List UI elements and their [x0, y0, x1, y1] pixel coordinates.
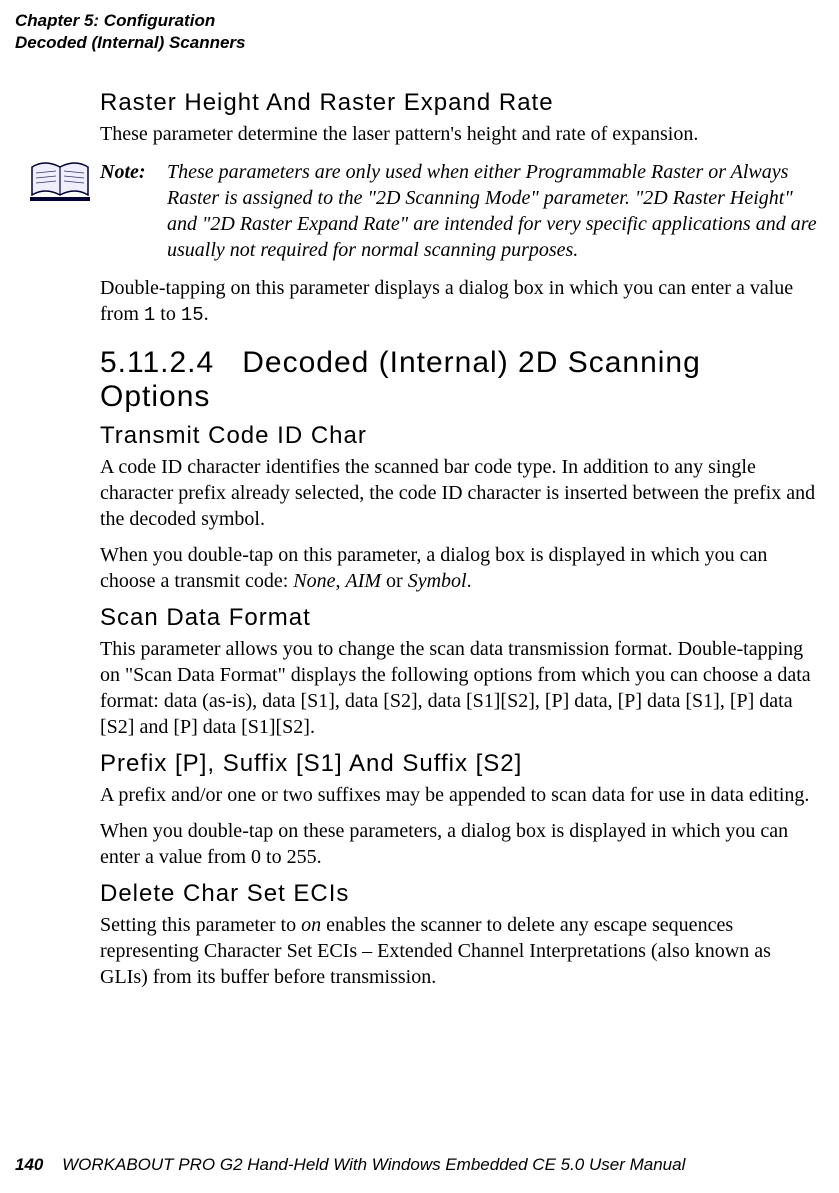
- transmit-heading: Transmit Code ID Char: [100, 422, 819, 450]
- body-content-2: Double-tapping on this parameter display…: [100, 275, 819, 990]
- note-label: Note:: [100, 159, 162, 185]
- option-symbol: Symbol: [408, 570, 467, 592]
- footer-title: WORKABOUT PRO G2 Hand-Held With Windows …: [62, 1155, 685, 1174]
- header-chapter: Chapter 5: Configuration: [15, 10, 824, 32]
- text: .: [467, 570, 472, 592]
- scan-data-heading: Scan Data Format: [100, 604, 819, 632]
- section-number: 5.11.2.4: [100, 346, 214, 379]
- prefix-p1: A prefix and/or one or two suffixes may …: [100, 782, 819, 808]
- value-1: 1: [144, 304, 155, 326]
- body-content: Raster Height And Raster Expand Rate The…: [100, 89, 819, 147]
- transmit-p1: A code ID character identifies the scann…: [100, 454, 819, 532]
- text-post: .: [204, 303, 209, 325]
- page-footer: 140 WORKABOUT PRO G2 Hand-Held With Wind…: [15, 1155, 824, 1175]
- option-none: None: [293, 570, 335, 592]
- prefix-heading: Prefix [P], Suffix [S1] And Suffix [S2]: [100, 750, 819, 778]
- header-section: Decoded (Internal) Scanners: [15, 32, 824, 54]
- page-number: 140: [15, 1155, 43, 1174]
- delete-p1: Setting this parameter to on enables the…: [100, 912, 819, 990]
- option-aim: AIM: [346, 570, 382, 592]
- text: or: [381, 570, 408, 592]
- note-body: These parameters are only used when eith…: [167, 159, 818, 263]
- transmit-p2: When you double-tap on this parameter, a…: [100, 542, 819, 594]
- raster-desc: These parameter determine the laser patt…: [100, 121, 819, 147]
- text-mid: to: [155, 303, 181, 325]
- note-text: Note: These parameters are only used whe…: [100, 159, 819, 263]
- option-on: on: [301, 914, 321, 936]
- text: ,: [336, 570, 346, 592]
- book-icon: [30, 161, 90, 203]
- note-block: Note: These parameters are only used whe…: [30, 159, 819, 263]
- running-header: Chapter 5: Configuration Decoded (Intern…: [15, 10, 824, 54]
- raster-double-tap: Double-tapping on this parameter display…: [100, 275, 819, 328]
- prefix-p2: When you double-tap on these parameters,…: [100, 818, 819, 870]
- value-15: 15: [181, 304, 204, 326]
- raster-heading: Raster Height And Raster Expand Rate: [100, 89, 819, 117]
- section-5-11-2-4-heading: 5.11.2.4 Decoded (Internal) 2D Scanning …: [100, 346, 819, 414]
- page-container: Chapter 5: Configuration Decoded (Intern…: [0, 0, 839, 990]
- scan-data-p1: This parameter allows you to change the …: [100, 636, 819, 740]
- text: Setting this parameter to: [100, 914, 301, 936]
- delete-heading: Delete Char Set ECIs: [100, 880, 819, 908]
